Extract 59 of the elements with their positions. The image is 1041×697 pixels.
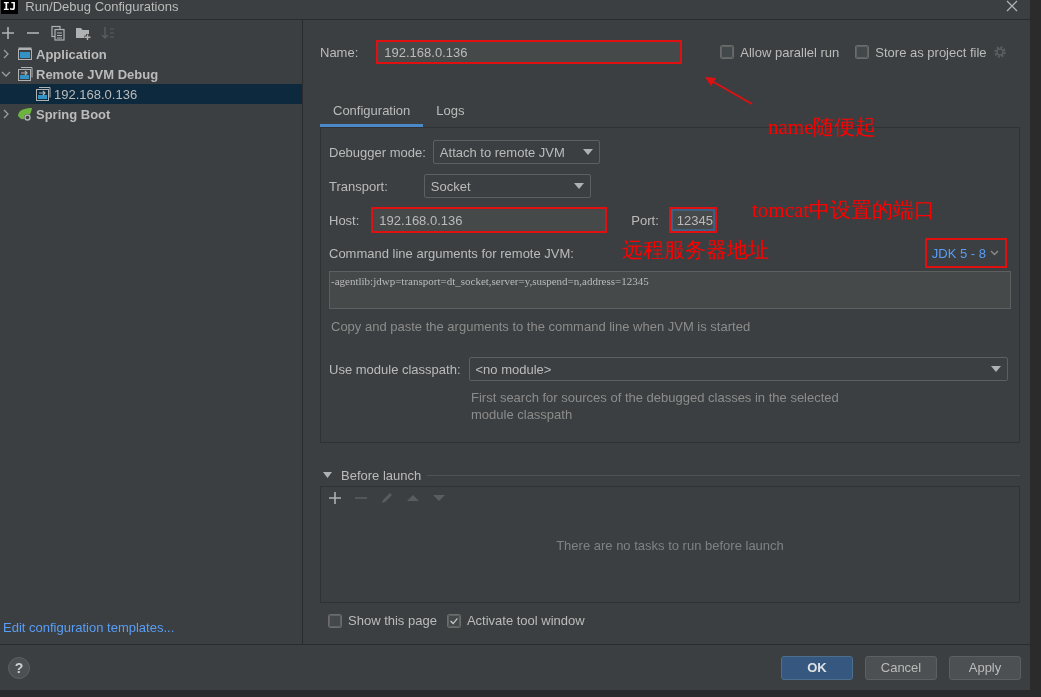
section-title: Before launch: [341, 467, 422, 483]
window-icon: [17, 46, 33, 62]
chevron-right-icon[interactable]: [1, 49, 11, 59]
checkbox[interactable]: [446, 613, 461, 628]
copy-icon[interactable]: [50, 25, 66, 41]
checkbox-label[interactable]: Allow parallel run: [740, 44, 840, 60]
field-label: Command line arguments for remote JVM:: [329, 245, 574, 261]
tree-item[interactable]: Application: [0, 44, 302, 64]
app-logo: IJ: [1, 0, 19, 14]
host-field[interactable]: 192.168.0.136: [371, 207, 608, 233]
checkbox-label[interactable]: Show this page: [348, 613, 437, 628]
annotation-text: name随便起: [768, 115, 877, 139]
tab[interactable]: Logs: [423, 97, 478, 127]
port-field[interactable]: 12345: [668, 207, 717, 233]
close-icon[interactable]: [1006, 0, 1018, 12]
collapse-triangle-icon[interactable]: [323, 472, 332, 478]
jdk-version-link[interactable]: JDK 5 - 8: [924, 238, 1007, 268]
chevron-right-icon[interactable]: [1, 109, 11, 119]
remote-window-icon: [17, 66, 33, 82]
hint-text: Copy and paste the arguments to the command line when JVM is started: [330, 319, 752, 334]
field-label: Use module classpath:: [329, 361, 461, 377]
checkbox-label[interactable]: Store as project file: [875, 44, 987, 60]
annotation-text: tomcat中设置的端口: [752, 198, 936, 222]
name-field[interactable]: 192.168.0.136: [376, 40, 683, 64]
dialog-button[interactable]: Cancel: [865, 655, 937, 680]
dialog-button[interactable]: Apply: [949, 655, 1021, 680]
dropdown-arrow-icon: [582, 149, 593, 155]
field-label: Host:: [329, 212, 360, 228]
dropdown-arrow-icon: [573, 183, 584, 189]
add-icon[interactable]: [0, 25, 16, 41]
chevron-down-icon: [990, 250, 999, 256]
chevron-down-icon[interactable]: [1, 69, 11, 79]
dropdown[interactable]: Attach to remote JVM: [432, 140, 600, 164]
folder-plus-icon[interactable]: [75, 25, 91, 41]
field-label: Port:: [631, 212, 659, 228]
dropdown[interactable]: <no module>: [468, 357, 1008, 381]
checkbox[interactable]: [328, 613, 342, 628]
checkbox[interactable]: [855, 45, 870, 59]
annotation-text: 远程服务器地址: [622, 238, 769, 262]
command-line-field[interactable]: -agentlib:jdwp=transport=dt_socket,server=y,suspend=n,address=12345: [329, 271, 1011, 309]
checkbox-label[interactable]: Activate tool window: [466, 613, 585, 628]
add-icon[interactable]: [327, 490, 343, 506]
dropdown[interactable]: Socket: [423, 174, 591, 198]
tree-item[interactable]: Spring Boot: [0, 104, 302, 124]
checkbox[interactable]: [720, 45, 735, 59]
window-title: Run/Debug Configurations: [25, 0, 179, 14]
tree-item[interactable]: 192.168.0.136: [0, 84, 302, 104]
field-label: Name:: [320, 44, 359, 60]
tree-item[interactable]: Remote JVM Debug: [0, 64, 302, 84]
empty-message: There are no tasks to run before launch: [555, 537, 785, 555]
remote-window-icon: [35, 86, 51, 102]
field-label: Debugger mode:: [329, 144, 426, 160]
help-button[interactable]: ?: [8, 656, 30, 679]
dropdown-arrow-icon: [991, 366, 1001, 372]
field-label: Transport:: [329, 178, 388, 194]
templates-link[interactable]: Edit configuration templates...: [3, 620, 175, 635]
dialog-button[interactable]: OK: [781, 655, 853, 680]
leaf-gear-icon: [17, 106, 33, 122]
hint-text: First search for sources of the debugged classes in the selected module classpath: [471, 389, 840, 423]
